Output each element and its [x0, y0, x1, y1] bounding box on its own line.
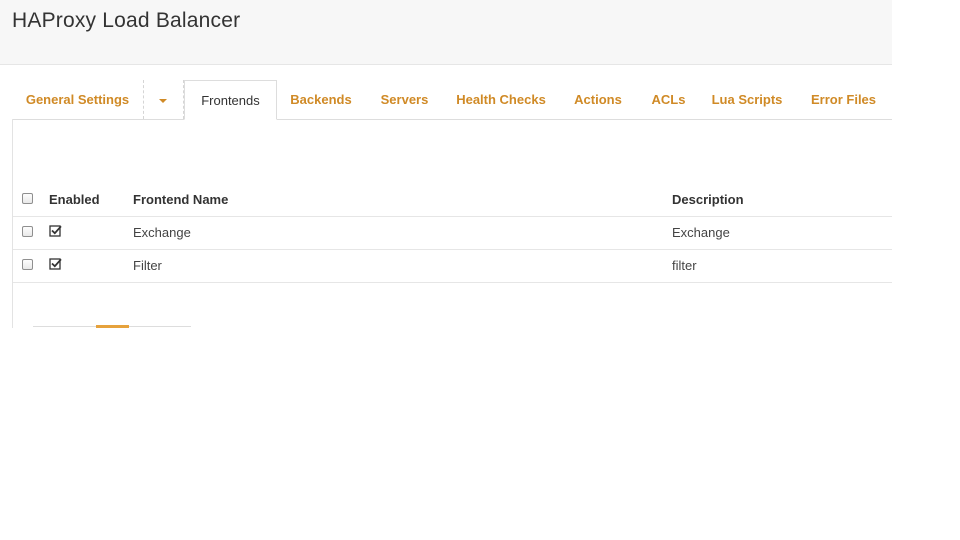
tab-health-checks[interactable]: Health Checks — [444, 80, 558, 119]
row-select-checkbox[interactable] — [22, 259, 33, 270]
column-header-description[interactable]: Description — [672, 183, 744, 216]
tab-frontends[interactable]: Frontends — [184, 80, 277, 120]
tab-error-files[interactable]: Error Files — [795, 80, 892, 119]
column-header-frontend-name[interactable]: Frontend Name — [133, 183, 228, 216]
tab-backends[interactable]: Backends — [277, 80, 365, 119]
table-row[interactable]: Filter filter — [13, 249, 892, 283]
table-header-row: Enabled Frontend Name Description — [13, 183, 892, 217]
checkbox-checked-icon — [49, 225, 62, 237]
description-cell: Exchange — [672, 225, 730, 240]
enabled-cell — [49, 216, 63, 249]
tab-servers[interactable]: Servers — [365, 80, 444, 119]
row-select-checkbox[interactable] — [22, 226, 33, 237]
description-cell: filter — [672, 258, 697, 273]
tab-actions[interactable]: Actions — [558, 80, 638, 119]
tab-lua-scripts[interactable]: Lua Scripts — [699, 80, 795, 119]
tab-dropdown[interactable] — [143, 80, 183, 119]
page-header: HAProxy Load Balancer — [0, 0, 892, 65]
select-all-checkbox[interactable] — [22, 193, 33, 204]
tab-bar: General Settings Frontends Backends Serv… — [12, 80, 892, 120]
caret-down-icon — [159, 98, 167, 103]
tab-general-settings[interactable]: General Settings — [12, 80, 143, 119]
tab-acls[interactable]: ACLs — [638, 80, 699, 119]
pager-active-indicator[interactable] — [96, 325, 129, 328]
frontend-name-cell: Filter — [133, 258, 162, 273]
checkbox-checked-icon — [49, 258, 62, 270]
column-header-enabled: Enabled — [49, 192, 100, 207]
frontends-panel: Enabled Frontend Name Description Exchan… — [12, 119, 892, 328]
enabled-cell — [49, 249, 63, 282]
page-title: HAProxy Load Balancer — [12, 9, 241, 32]
table-row[interactable]: Exchange Exchange — [13, 216, 892, 250]
app-window: HAProxy Load Balancer General Settings F… — [0, 0, 892, 328]
frontend-name-cell: Exchange — [133, 225, 191, 240]
